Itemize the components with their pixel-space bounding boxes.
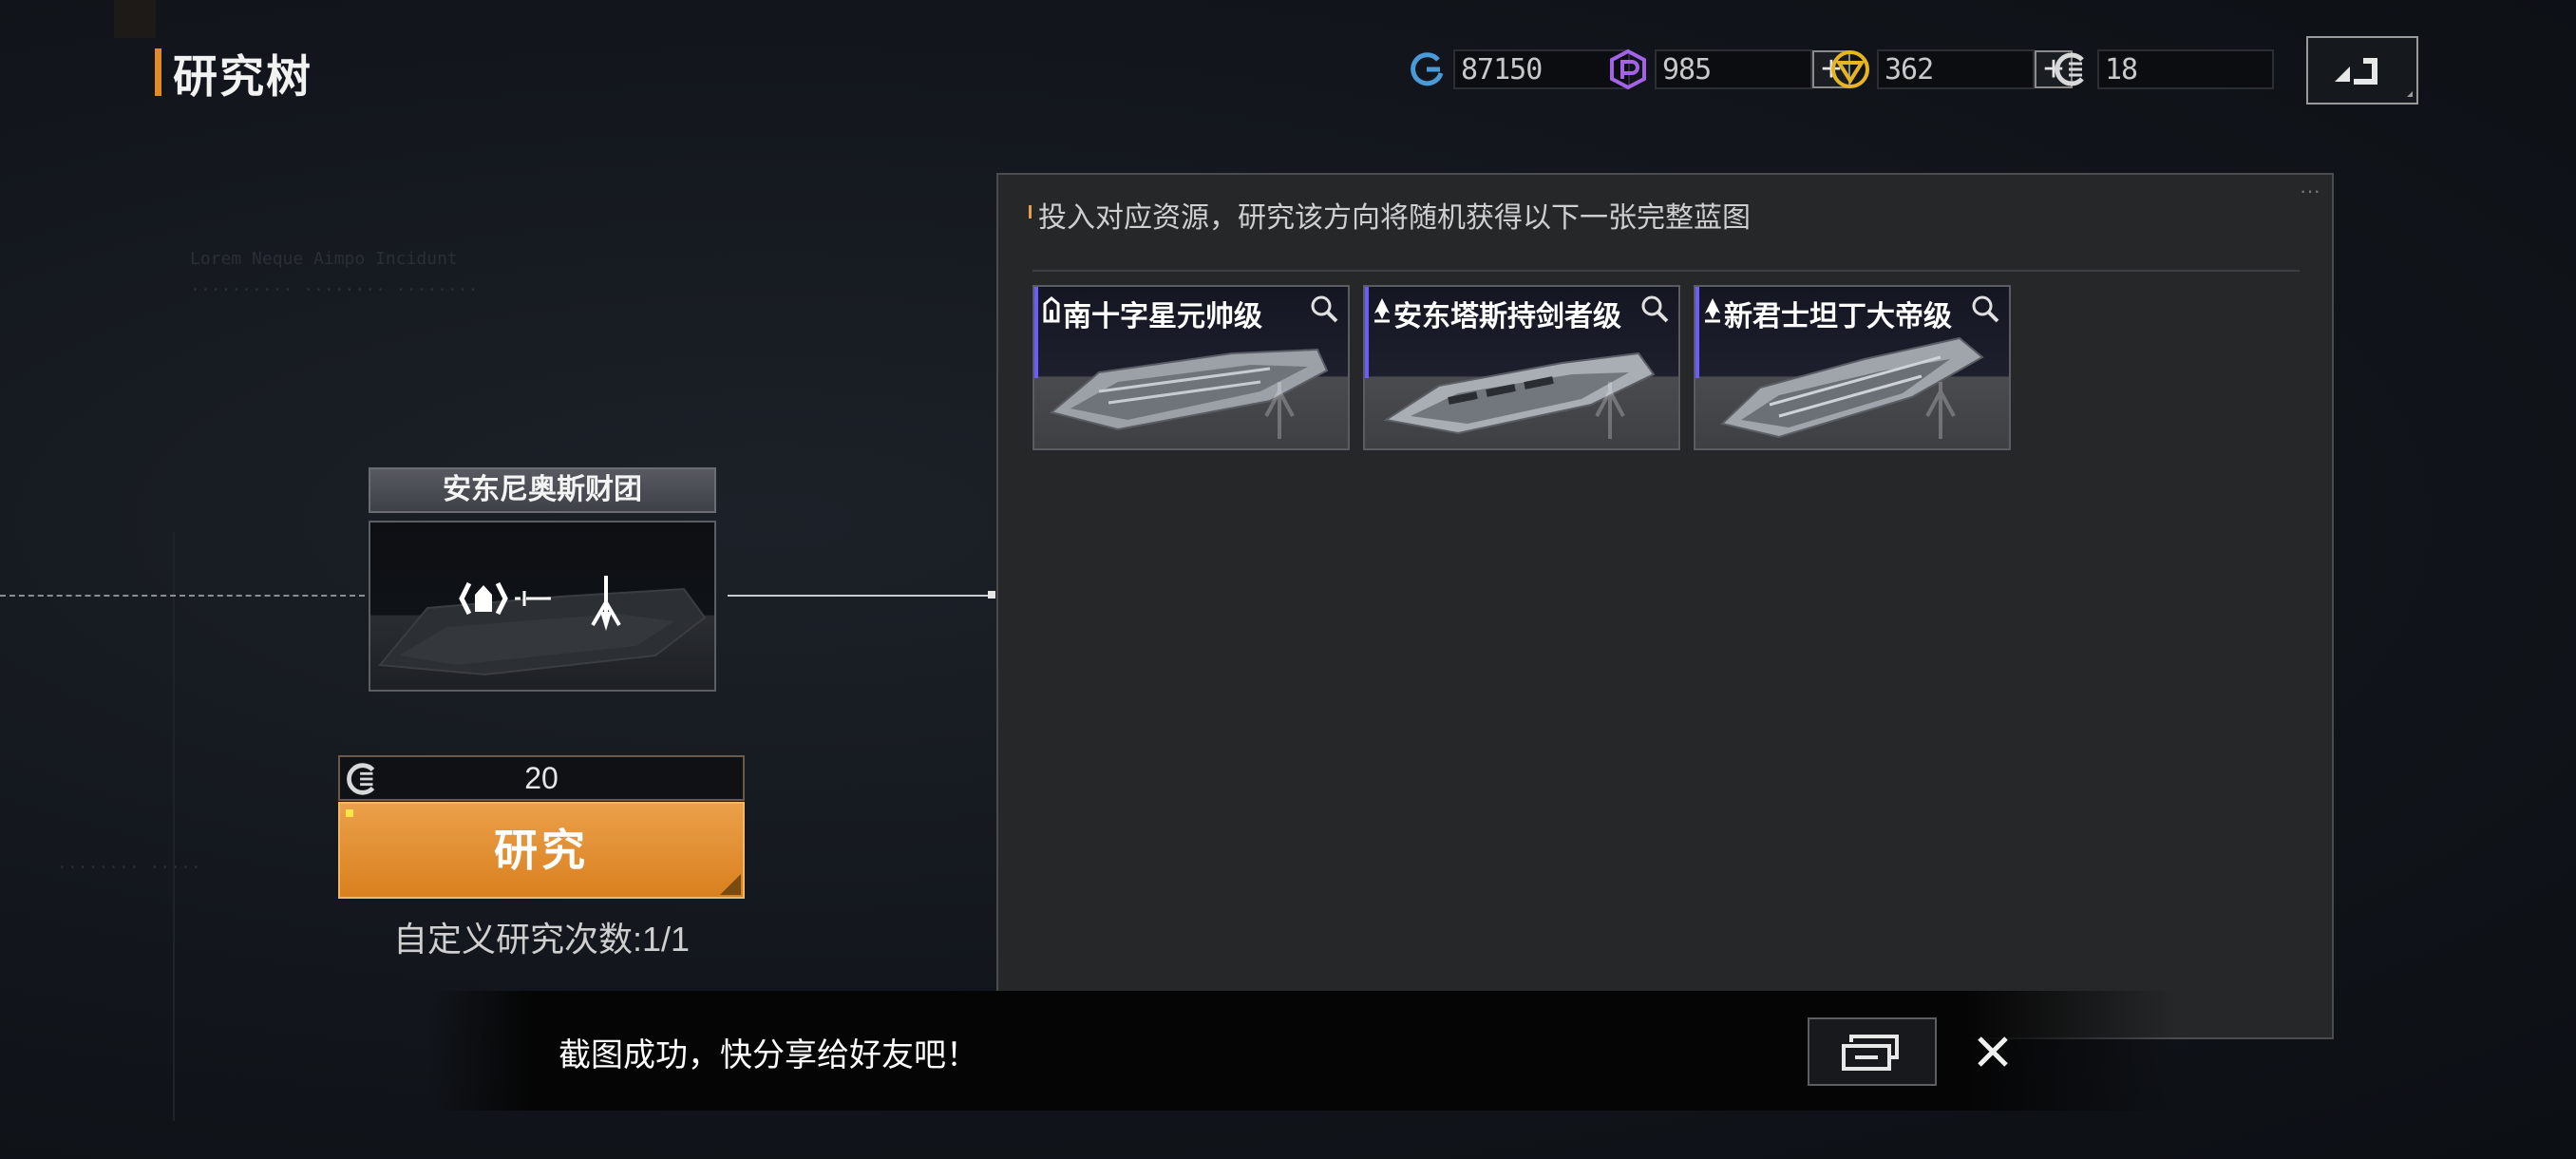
resource-value: 362	[1885, 52, 1934, 86]
connector-line	[728, 595, 995, 597]
research-token-icon	[2055, 52, 2084, 86]
ship-card-accent	[1365, 287, 1369, 378]
ship-blueprint-card[interactable]: 南十字星元帅级	[1032, 285, 1350, 450]
background-deco-text: .......... ........ ........	[190, 276, 479, 295]
resource-value-box: 985	[1655, 49, 1812, 89]
credit-icon	[1411, 52, 1444, 86]
back-arrow-icon	[2335, 58, 2413, 97]
research-button[interactable]: 研究	[338, 802, 745, 899]
node-image	[369, 521, 716, 692]
research-cost-bar: 20	[338, 755, 745, 801]
panel-menu-dots: ···	[2300, 179, 2320, 202]
connector-end-dot	[988, 591, 995, 598]
resource-research-tokens: 18	[2050, 48, 2274, 91]
resource-value: 18	[2105, 52, 2138, 86]
battleship-class-icon	[1705, 298, 1720, 323]
research-button-label: 研究	[494, 826, 589, 875]
research-node-card[interactable]: 安东尼奥斯财团	[369, 467, 716, 692]
ship-model-image	[1383, 352, 1656, 439]
resource-value-box: 362	[1877, 49, 2035, 89]
connector-line-dashed	[0, 595, 365, 597]
close-icon	[1978, 1036, 2008, 1067]
back-button[interactable]	[2306, 36, 2418, 104]
background-deco-text: Lorem Neque Aimpo Incidunt	[190, 249, 458, 269]
tip-marker	[1029, 205, 1032, 218]
title-bar: 研究树	[155, 48, 313, 102]
research-count-text: 自定义研究次数:1/1	[392, 920, 691, 959]
page-title: 研究树	[173, 50, 313, 102]
magnifier-icon	[1972, 295, 1999, 323]
magnifier-icon	[1311, 295, 1338, 323]
close-button[interactable]	[1966, 1025, 2019, 1078]
ship-blueprint-card[interactable]: 新君士坦丁大帝级	[1694, 285, 2011, 450]
toast-message: 截图成功，快分享给好友吧！	[559, 1037, 978, 1074]
resource-gold: 362 +	[1829, 48, 2073, 91]
research-cost-value: 20	[524, 761, 559, 795]
share-button[interactable]	[1808, 1017, 1937, 1086]
resource-value-box: 18	[2097, 49, 2274, 89]
carrier-class-icon	[1043, 296, 1060, 323]
panel-tip-text: 投入对应资源，研究该方向将随机获得以下一张完整蓝图	[1038, 202, 1751, 234]
resource-value-box: 87150	[1453, 49, 1630, 89]
panel-divider	[1032, 270, 2300, 272]
ship-model-image	[1719, 336, 1984, 439]
premium-gem-icon	[1610, 48, 1646, 90]
button-corner-mark	[720, 874, 741, 895]
background-deco-block	[114, 0, 156, 38]
ship-model-image	[1049, 348, 1329, 439]
share-icon	[1842, 1035, 1899, 1071]
background-deco-text: ........ .....	[57, 853, 201, 873]
screenshot-toast: 截图成功，快分享给好友吧！	[427, 991, 2175, 1111]
magnifier-icon	[1641, 295, 1669, 323]
resource-value: 87150	[1461, 52, 1543, 86]
node-title: 安东尼奥斯财团	[369, 467, 716, 513]
ship-silhouette-icon	[378, 576, 707, 676]
title-accent-bar	[155, 48, 161, 96]
resource-gems: 985 +	[1607, 48, 1850, 91]
ship-card-accent	[1695, 287, 1699, 378]
resource-credits: 87150	[1406, 48, 1630, 91]
gold-coin-icon	[1831, 50, 1869, 88]
blueprint-panel: 投入对应资源，研究该方向将随机获得以下一张完整蓝图 ··· 南十字星元帅级 安东…	[996, 173, 2334, 1039]
ship-blueprint-card[interactable]: 安东塔斯持剑者级	[1363, 285, 1680, 450]
resource-value: 985	[1662, 52, 1712, 86]
background-grid-line	[173, 532, 175, 1121]
ship-card-accent	[1034, 287, 1038, 378]
battleship-class-icon	[1374, 298, 1390, 323]
